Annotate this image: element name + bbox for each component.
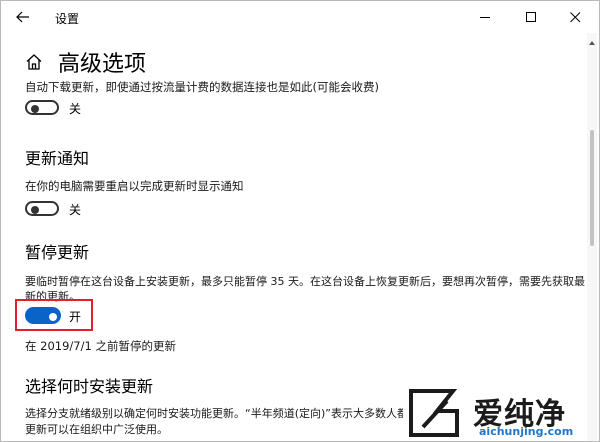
metered-description: 自动下载更新，即使通过按流量计费的数据连接也是如此(可能会收费) bbox=[25, 80, 379, 94]
window-title: 设置 bbox=[55, 12, 80, 26]
notify-toggle[interactable] bbox=[25, 201, 59, 216]
pause-toggle[interactable] bbox=[25, 307, 61, 324]
pause-toggle-state: 开 bbox=[69, 310, 82, 324]
choose-when-description-line2: 更新可以在组织中广泛使用。 bbox=[25, 423, 168, 436]
metered-toggle-state: 关 bbox=[69, 102, 82, 116]
minimize-icon bbox=[480, 17, 490, 18]
watermark-logo-icon bbox=[409, 389, 459, 437]
scroll-up-icon[interactable] bbox=[587, 39, 597, 47]
maximize-button[interactable] bbox=[509, 1, 555, 33]
toggle-knob bbox=[31, 104, 39, 113]
watermark-logo bbox=[403, 387, 465, 439]
back-arrow-icon bbox=[16, 11, 29, 23]
scrollbar-thumb[interactable] bbox=[590, 130, 594, 246]
maximize-icon bbox=[526, 12, 536, 22]
choose-when-description-line1: 选择分支就绪级别以确定何时安装功能更新。“半年频道(定向)”表示大多数人都可 bbox=[25, 407, 419, 420]
settings-window: 设置 高级选项 自动下载更新，即使通过按流量计费的数据连接也是如此(可能会收费)… bbox=[0, 0, 600, 442]
choose-when-heading: 选择何时安装更新 bbox=[25, 377, 154, 396]
home-button[interactable] bbox=[25, 53, 43, 71]
notify-toggle-state: 关 bbox=[69, 203, 82, 217]
home-icon bbox=[26, 54, 42, 70]
pause-description-line1: 要临时暂停在这台设备上安装更新，最多只能暂停 35 天。在这台设备上恢复更新后，… bbox=[25, 275, 585, 288]
watermark-url: aichunjing.com bbox=[479, 425, 574, 438]
close-button[interactable] bbox=[553, 1, 599, 33]
metered-toggle[interactable] bbox=[25, 100, 59, 115]
pause-note: 在 2019/7/1 之前暂停的更新 bbox=[25, 339, 176, 353]
title-bar: 设置 bbox=[1, 1, 599, 33]
toggle-knob bbox=[31, 205, 39, 214]
page-title: 高级选项 bbox=[58, 52, 147, 77]
notify-heading: 更新通知 bbox=[25, 149, 90, 168]
notify-description: 在你的电脑需要重启以完成更新时显示通知 bbox=[25, 179, 244, 193]
toggle-knob bbox=[49, 312, 57, 321]
back-button[interactable] bbox=[13, 7, 35, 27]
close-icon bbox=[570, 12, 581, 23]
pause-heading: 暂停更新 bbox=[25, 243, 90, 262]
minimize-button[interactable] bbox=[463, 1, 509, 33]
